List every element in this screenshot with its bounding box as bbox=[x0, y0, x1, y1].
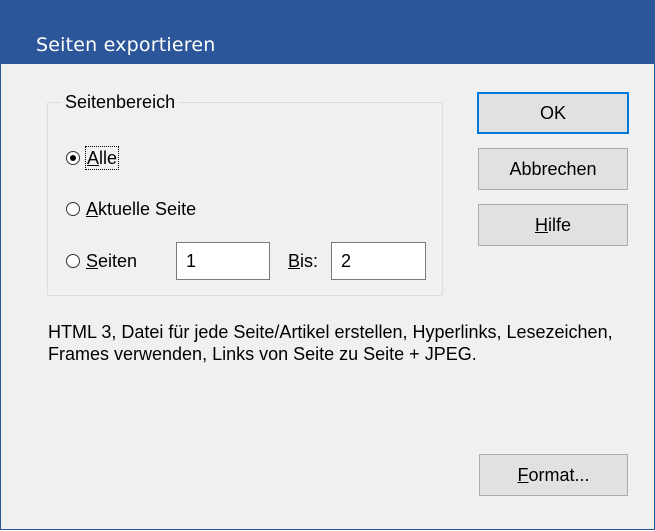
page-range-group: Seitenbereich Alle Aktuelle Seite Seiten… bbox=[47, 91, 443, 296]
help-button[interactable]: Hilfe bbox=[478, 204, 628, 246]
radio-all-label[interactable]: Alle bbox=[84, 146, 120, 170]
cancel-button[interactable]: Abbrechen bbox=[478, 148, 628, 190]
export-format-description: HTML 3, Datei für jede Seite/Artikel ers… bbox=[48, 322, 613, 364]
radio-option-current-page[interactable]: Aktuelle Seite bbox=[66, 196, 196, 222]
page-to-label: Bis: bbox=[288, 251, 319, 271]
radio-pages-label[interactable]: Seiten bbox=[86, 250, 137, 272]
radio-current-page-label[interactable]: Aktuelle Seite bbox=[86, 198, 196, 220]
radio-all-button[interactable] bbox=[66, 151, 80, 165]
radio-current-page-button[interactable] bbox=[66, 202, 80, 216]
ok-button[interactable]: OK bbox=[477, 92, 629, 134]
page-to-input[interactable] bbox=[331, 242, 426, 280]
export-pages-dialog: Seiten exportieren Seitenbereich Alle Ak… bbox=[0, 0, 655, 530]
radio-pages-button[interactable] bbox=[66, 254, 80, 268]
dialog-body: Seitenbereich Alle Aktuelle Seite Seiten… bbox=[1, 64, 654, 529]
dialog-title: Seiten exportieren bbox=[36, 34, 216, 56]
page-range-legend: Seitenbereich bbox=[62, 91, 179, 113]
title-bar[interactable]: Seiten exportieren bbox=[1, 0, 654, 64]
radio-option-all[interactable]: Alle bbox=[66, 145, 120, 171]
format-button[interactable]: Format... bbox=[479, 454, 628, 496]
radio-option-pages[interactable]: Seiten bbox=[66, 248, 137, 274]
page-from-input[interactable] bbox=[176, 242, 270, 280]
